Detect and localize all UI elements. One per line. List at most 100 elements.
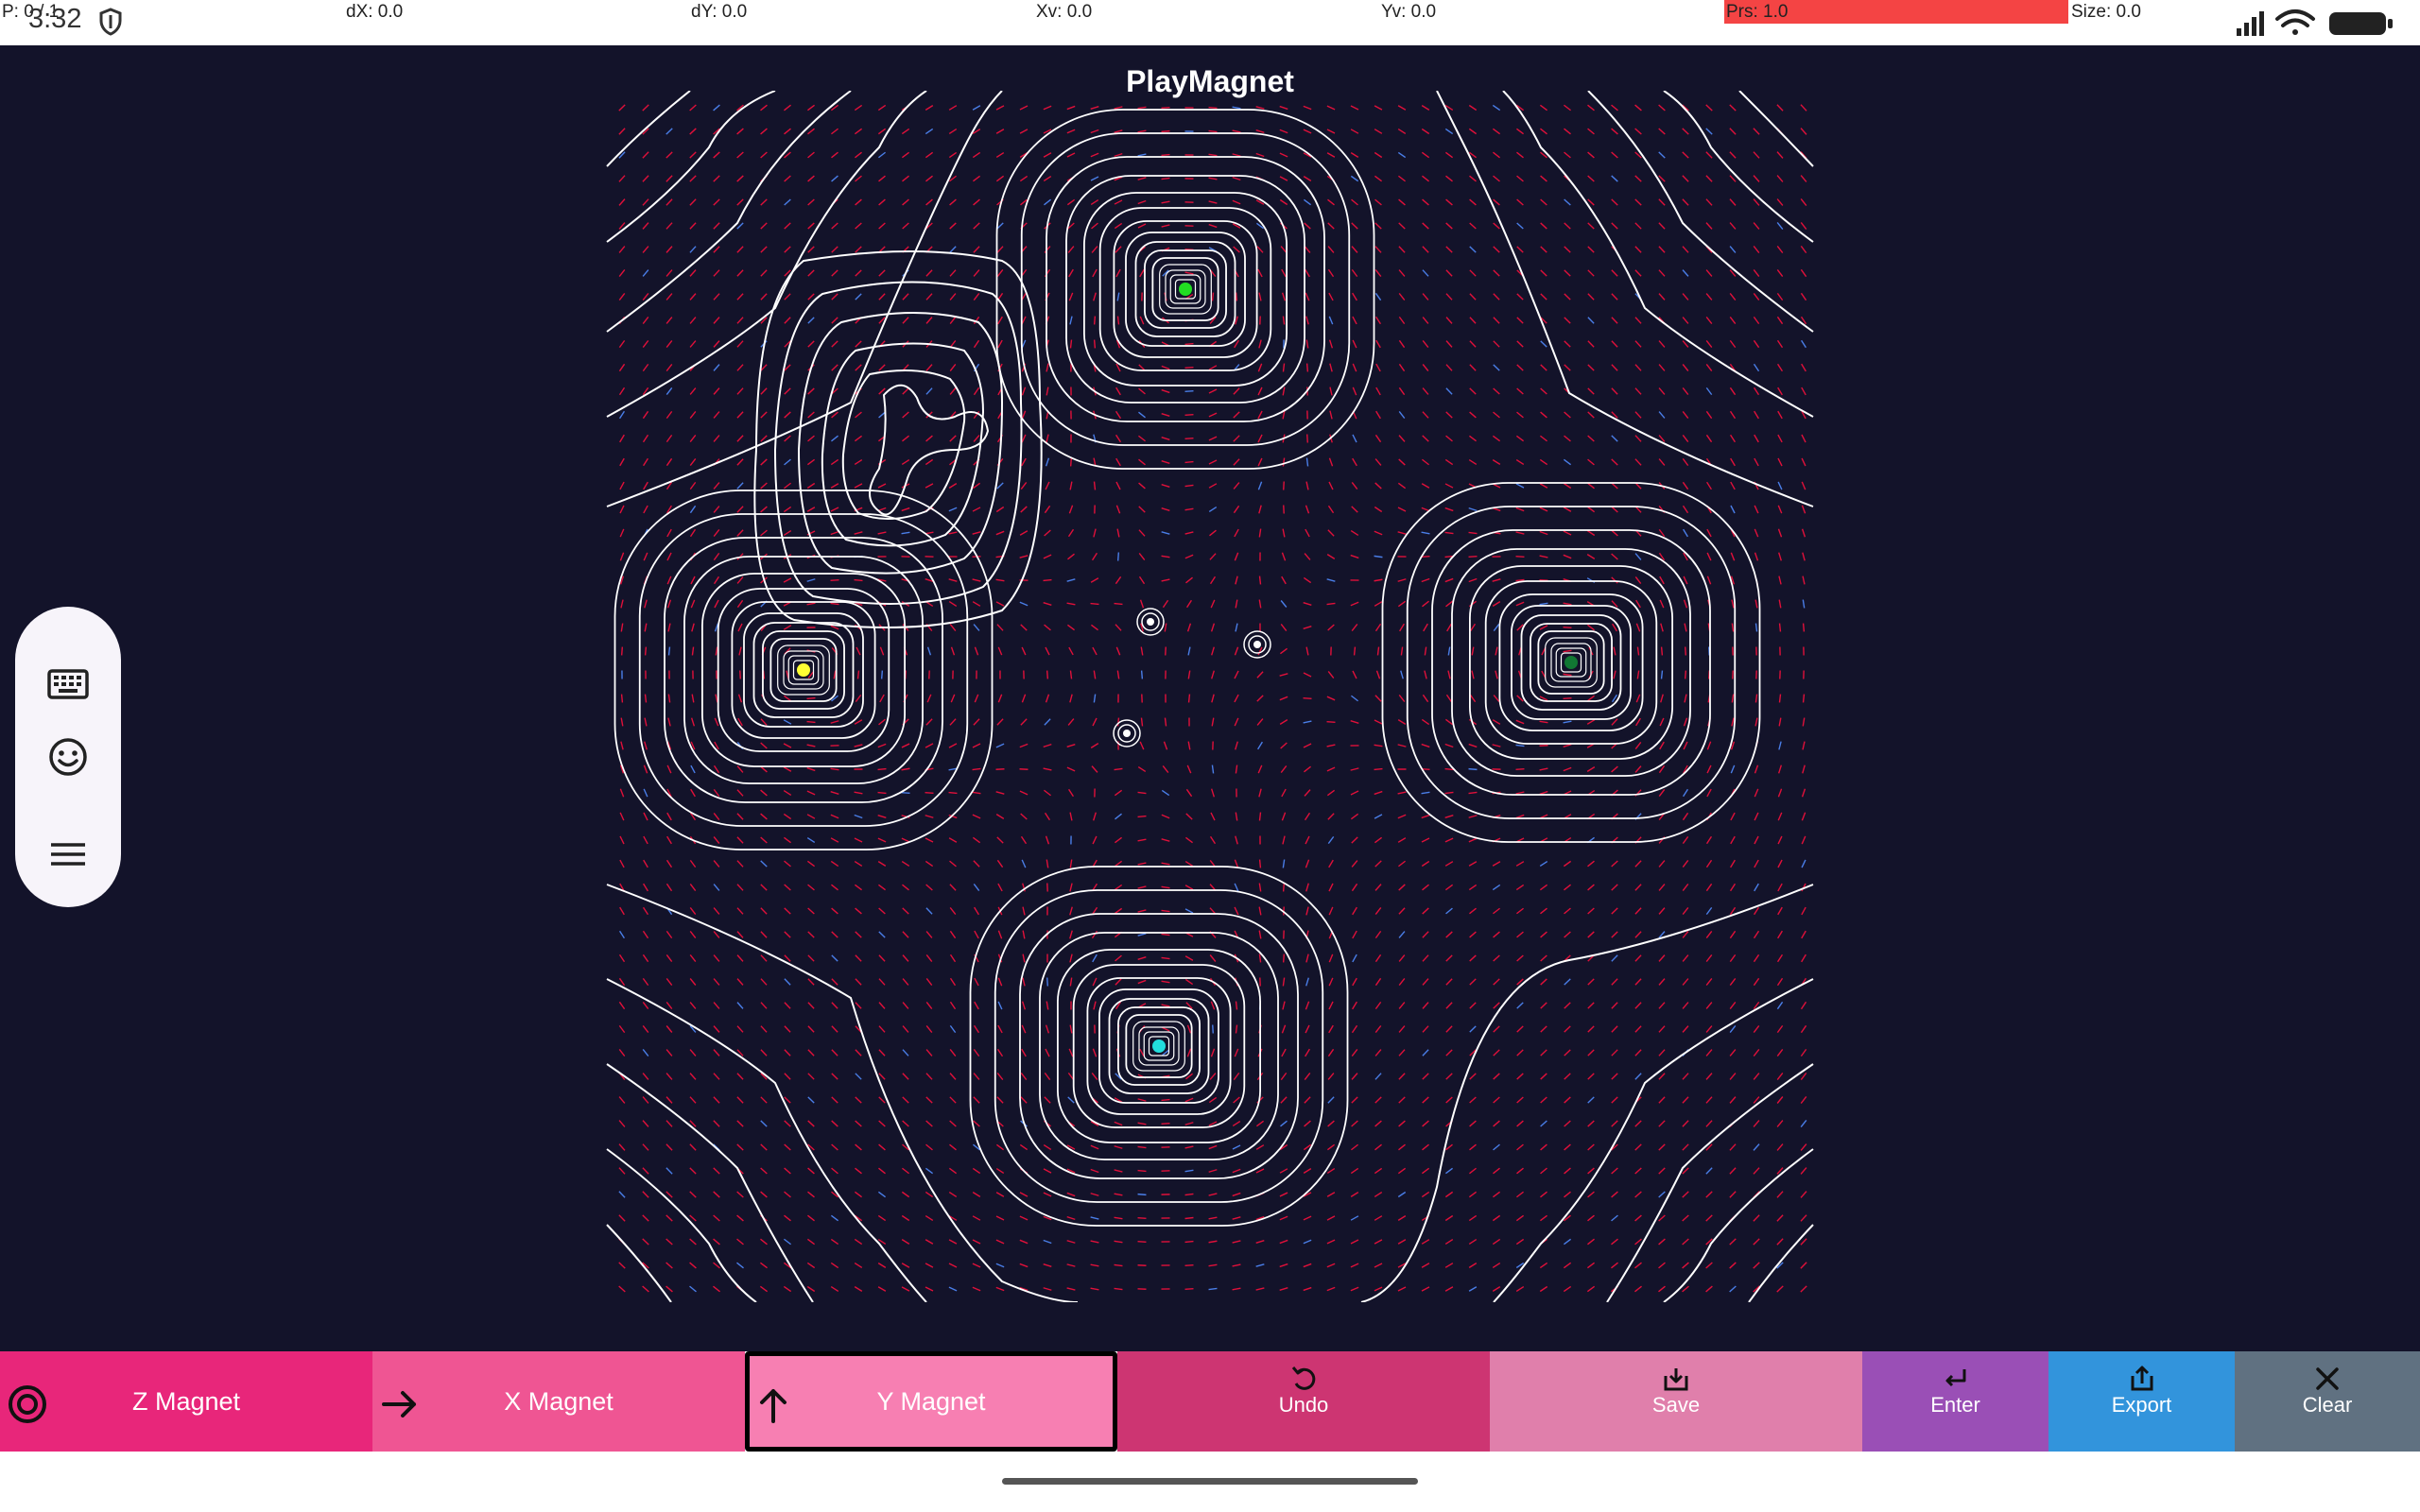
field-arrow	[1326, 602, 1336, 606]
field-arrow	[784, 482, 791, 490]
field-arrow	[1540, 222, 1547, 230]
field-arrow	[1729, 151, 1737, 159]
field-arrow	[901, 1214, 910, 1222]
field-arrow	[666, 269, 673, 277]
field-arrow	[1468, 791, 1478, 795]
field-arrow	[1137, 177, 1147, 180]
field-arrow	[1422, 931, 1429, 938]
field-arrow	[1468, 577, 1478, 583]
field-arrow	[1729, 1096, 1737, 1104]
magnet-pole-center-c[interactable]	[1123, 730, 1131, 737]
field-arrow	[1115, 505, 1121, 514]
field-arrow	[949, 907, 957, 915]
field-arrow	[713, 1025, 720, 1033]
field-arrow	[1184, 860, 1194, 868]
enter-button[interactable]: Enter	[1862, 1351, 2048, 1452]
field-arrow	[1540, 1120, 1547, 1127]
field-arrow	[1493, 623, 1500, 632]
field-arrow	[1090, 198, 1099, 206]
field-arrow	[1422, 340, 1429, 348]
field-arrow	[1397, 1191, 1407, 1198]
field-arrow	[618, 387, 626, 396]
y-magnet-button[interactable]: Y Magnet	[745, 1351, 1117, 1452]
field-arrow	[1682, 1025, 1689, 1033]
field-arrow	[1162, 599, 1169, 609]
field-arrow	[1587, 128, 1595, 135]
field-arrow	[1304, 553, 1311, 560]
field-arrow	[995, 1192, 1005, 1197]
field-arrow	[642, 1001, 649, 1010]
clear-button[interactable]: Clear	[2235, 1351, 2420, 1452]
field-arrow	[689, 883, 697, 892]
field-arrow	[1776, 1048, 1784, 1057]
field-arrow	[973, 246, 980, 253]
field-arrow	[902, 1002, 909, 1009]
field-arrow	[1753, 339, 1760, 349]
field-arrow	[642, 1120, 649, 1127]
field-arrow	[878, 151, 886, 159]
field-arrow	[1611, 1191, 1618, 1198]
field-arrow	[618, 1285, 626, 1293]
field-arrow	[689, 907, 697, 915]
field-arrow	[1516, 1096, 1524, 1104]
field-arrow	[1116, 292, 1120, 301]
magnetic-field-plot[interactable]	[605, 91, 1815, 1302]
field-arrow	[1187, 670, 1191, 679]
field-arrow	[1303, 576, 1312, 584]
field-arrow	[1161, 909, 1170, 913]
field-arrow	[1043, 743, 1052, 748]
field-arrow	[1090, 152, 1099, 158]
field-arrow	[1445, 931, 1453, 938]
field-arrow	[1634, 553, 1642, 560]
field-arrow	[1019, 1192, 1028, 1197]
field-arrow	[1185, 836, 1193, 844]
field-arrow	[1800, 175, 1807, 182]
field-arrow	[1729, 175, 1737, 182]
field-arrow	[1115, 646, 1121, 656]
field-arrow	[1634, 340, 1642, 348]
export-button[interactable]: Export	[2048, 1351, 2235, 1452]
field-arrow	[1184, 366, 1194, 369]
field-arrow	[1374, 129, 1383, 134]
field-arrow	[1233, 246, 1240, 253]
field-arrow	[1753, 151, 1760, 159]
field-arrow	[1279, 1215, 1288, 1221]
field-arrow	[1114, 106, 1123, 110]
magnet-pole-top[interactable]	[1179, 283, 1192, 296]
magnet-pole-bottom[interactable]	[1152, 1040, 1166, 1053]
magnet-pole-center-b[interactable]	[1253, 641, 1261, 648]
z-magnet-button[interactable]: Z Magnet	[0, 1351, 372, 1452]
save-button[interactable]: Save	[1490, 1351, 1862, 1452]
menu-button[interactable]	[42, 828, 95, 881]
keyboard-button[interactable]	[42, 658, 95, 711]
field-arrow	[1515, 791, 1525, 795]
home-indicator[interactable]	[1002, 1478, 1418, 1485]
field-arrow	[618, 339, 626, 349]
field-arrow	[1351, 836, 1358, 844]
field-arrow	[1091, 1073, 1098, 1080]
field-arrow	[1374, 1167, 1383, 1175]
field-arrow	[1776, 1073, 1784, 1080]
field-arrow	[620, 694, 624, 703]
field-arrow	[854, 483, 863, 489]
undo-button[interactable]: Undo	[1117, 1351, 1490, 1452]
field-arrow	[689, 1191, 697, 1198]
field-arrow	[902, 222, 909, 230]
field-arrow	[1161, 956, 1170, 960]
x-magnet-button[interactable]: X Magnet	[372, 1351, 745, 1452]
field-arrow	[1235, 576, 1238, 585]
magnet-pole-center-a[interactable]	[1147, 618, 1154, 626]
field-arrow	[713, 813, 720, 820]
magnet-pole-right[interactable]	[1564, 656, 1578, 669]
field-arrow	[618, 269, 626, 277]
magnet-pole-left[interactable]	[797, 663, 810, 677]
field-arrow	[1022, 977, 1026, 987]
field-arrow	[1587, 1238, 1595, 1246]
field-arrow	[1444, 718, 1454, 726]
field-arrow	[1397, 531, 1407, 535]
field-arrow	[1115, 457, 1121, 467]
emoji-button[interactable]	[42, 730, 95, 783]
field-arrow	[1445, 1096, 1453, 1104]
field-arrow	[667, 694, 671, 703]
field-arrow	[1492, 435, 1501, 442]
